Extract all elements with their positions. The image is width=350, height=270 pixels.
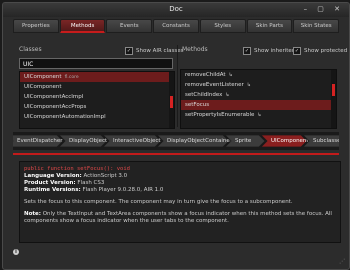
- tab-styles[interactable]: Styles: [199, 19, 246, 33]
- class-list-item[interactable]: UIComponent: [20, 82, 174, 92]
- inherited-icon: ↳: [225, 92, 230, 98]
- method-list-item-label: setChildIndex: [185, 92, 223, 98]
- tab-methods[interactable]: Methods: [59, 19, 106, 33]
- method-list-item-label: removeEventListener: [185, 82, 244, 88]
- class-list-scrollbar[interactable]: [169, 72, 174, 128]
- inherited-icon: ↳: [246, 82, 251, 88]
- tab-skin-parts[interactable]: Skin Parts: [246, 19, 293, 33]
- class-list: UIComponent fl.core UIComponent UIComponent…: [19, 71, 175, 129]
- class-list-item-label: UIComponent: [24, 74, 62, 80]
- classes-heading: Classes: [19, 46, 42, 53]
- inherited-icon: ↳: [228, 72, 233, 78]
- runtime-versions: Runtime Versions: Flash Player 9.0.28.0,…: [24, 187, 164, 193]
- class-list-item-label: UIComponent: [24, 84, 62, 90]
- class-list-item-label: UIComponentAccProps: [24, 104, 87, 110]
- method-description: Sets the focus to this component. The co…: [24, 199, 293, 205]
- breadcrumb-item[interactable]: DisplayObject: [63, 135, 107, 147]
- method-list-scroll-thumb[interactable]: [332, 84, 335, 96]
- class-list-item[interactable]: UIComponentAutomationImpl: [20, 112, 174, 122]
- method-note: Note: Only the TextInput and TextArea co…: [24, 211, 332, 224]
- method-list-item[interactable]: setFocus: [181, 100, 336, 110]
- class-list-item[interactable]: UIComponentAccImpl: [20, 92, 174, 102]
- class-list-item-label: UIComponentAutomationImpl: [24, 114, 106, 120]
- breadcrumb-item[interactable]: Sprite: [229, 135, 261, 147]
- method-list-item-label: setPropertyIsEnumerable: [185, 112, 255, 118]
- tab-constants[interactable]: Constants: [153, 19, 199, 33]
- resize-grip-icon[interactable]: ⋰: [339, 258, 345, 265]
- tab-events[interactable]: Events: [106, 19, 153, 33]
- breadcrumb-item[interactable]: InteractiveObject: [107, 135, 161, 147]
- method-list-item[interactable]: setPropertyIsEnumerable ↳: [181, 110, 336, 120]
- doc-window: Doc – ▢ ✕ Properties Methods Events Cons…: [2, 2, 350, 270]
- documentation-pane: public function setFocus(): void Languag…: [19, 161, 341, 243]
- title-bar: Doc – ▢ ✕: [3, 3, 349, 17]
- panel-divider[interactable]: [177, 45, 178, 127]
- show-inherited-checkbox[interactable]: ✓: [243, 47, 251, 55]
- method-list-item-label: setFocus: [185, 102, 210, 108]
- show-protected-checkbox[interactable]: ✓: [293, 47, 301, 55]
- method-list: removeChildAt ↳ removeEventListener ↳ setChi…: [180, 69, 337, 129]
- class-list-item-label: UIComponentAccImpl: [24, 94, 84, 100]
- product-version: Product Version: Flash CS3: [24, 180, 105, 186]
- tab-skin-states[interactable]: Skin States: [293, 19, 340, 33]
- class-list-item[interactable]: UIComponentAccProps: [20, 102, 174, 112]
- window-title: Doc: [169, 5, 183, 13]
- class-list-item[interactable]: UIComponent fl.core: [20, 72, 174, 82]
- method-list-item-label: removeChildAt: [185, 72, 226, 78]
- method-list-item[interactable]: removeEventListener ↳: [181, 80, 336, 90]
- breadcrumb-item[interactable]: UIComponent: [265, 135, 309, 147]
- breadcrumb-item[interactable]: DisplayObjectContainer: [161, 135, 232, 147]
- language-version: Language Version: ActionScript 3.0: [24, 173, 128, 179]
- show-air-classes-checkbox[interactable]: ✓: [125, 47, 133, 55]
- breadcrumb-item[interactable]: Subclasses: [307, 135, 339, 147]
- method-list-item[interactable]: setChildIndex ↳: [181, 90, 336, 100]
- method-list-scrollbar[interactable]: [331, 70, 336, 128]
- accent-bar: [13, 153, 339, 155]
- inherited-icon: ↳: [257, 112, 262, 118]
- method-signature: public function setFocus(): void: [24, 166, 130, 172]
- show-inherited-label: Show inherited: [254, 48, 296, 54]
- class-search-input[interactable]: UIC: [19, 58, 173, 69]
- class-list-item-package: fl.core: [64, 75, 79, 80]
- info-icon[interactable]: i: [13, 249, 19, 255]
- method-list-item[interactable]: removeChildAt ↳: [181, 70, 336, 80]
- inheritance-breadcrumb: EventDispatcher DisplayObject InteractiveO…: [13, 132, 339, 150]
- tab-bar: Properties Methods Events Constants Styl…: [13, 19, 340, 33]
- show-protected-toggle[interactable]: ✓ Show protected: [293, 47, 347, 55]
- show-protected-label: Show protected: [304, 48, 348, 54]
- show-inherited-toggle[interactable]: ✓ Show inherited: [243, 47, 295, 55]
- show-air-classes-toggle[interactable]: ✓ Show AIR classes: [125, 47, 183, 55]
- breadcrumb-item[interactable]: EventDispatcher: [13, 135, 63, 147]
- tab-properties[interactable]: Properties: [13, 19, 59, 33]
- methods-heading: Methods: [182, 46, 208, 53]
- class-list-scroll-thumb[interactable]: [170, 96, 173, 108]
- window-controls[interactable]: – ▢ ✕: [304, 5, 344, 13]
